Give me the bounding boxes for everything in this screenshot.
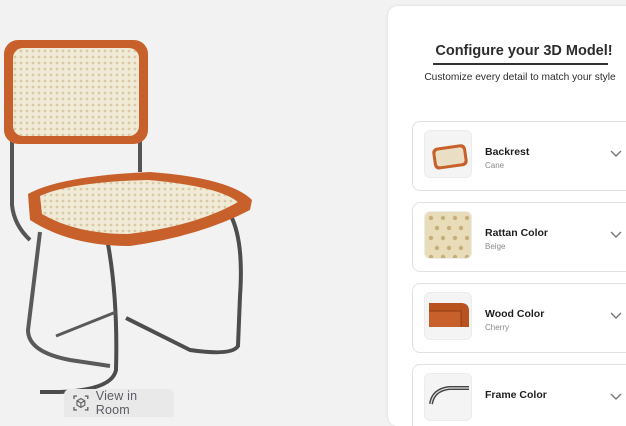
view-in-room-button[interactable]: View in Room bbox=[64, 389, 174, 417]
option-rattan-color[interactable]: Rattan Color Beige bbox=[412, 202, 626, 272]
option-name: Frame Color bbox=[485, 389, 547, 401]
configurator-title: Configure your 3D Model! bbox=[435, 43, 613, 59]
chevron-down-icon[interactable] bbox=[609, 391, 623, 403]
configurator-subtitle: Customize every detail to match your sty… bbox=[424, 72, 616, 83]
option-backrest[interactable]: Backrest Cane bbox=[412, 121, 626, 191]
option-wood-color[interactable]: Wood Color Cherry bbox=[412, 283, 626, 353]
configurator-panel: Configure your 3D Model! Customize every… bbox=[388, 6, 626, 426]
view-in-room-icon bbox=[73, 395, 89, 411]
chevron-down-icon[interactable] bbox=[609, 229, 623, 241]
option-value: Cane bbox=[485, 161, 505, 170]
chevron-down-icon[interactable] bbox=[609, 310, 623, 322]
option-value: Beige bbox=[485, 242, 506, 251]
option-name: Wood Color bbox=[485, 308, 545, 320]
view-in-room-label: View in Room bbox=[95, 389, 138, 417]
backrest-thumbnail bbox=[424, 130, 472, 178]
option-value: Cherry bbox=[485, 323, 510, 332]
chevron-down-icon[interactable] bbox=[609, 148, 623, 160]
chair-3d-model[interactable] bbox=[0, 0, 380, 417]
wood-swatch bbox=[424, 292, 472, 340]
model-viewer[interactable]: View in Room bbox=[0, 0, 380, 417]
option-name: Rattan Color bbox=[485, 227, 548, 239]
frame-thumbnail bbox=[424, 373, 472, 421]
rattan-swatch bbox=[424, 211, 472, 259]
option-name: Backrest bbox=[485, 146, 530, 158]
title-divider bbox=[433, 63, 608, 65]
